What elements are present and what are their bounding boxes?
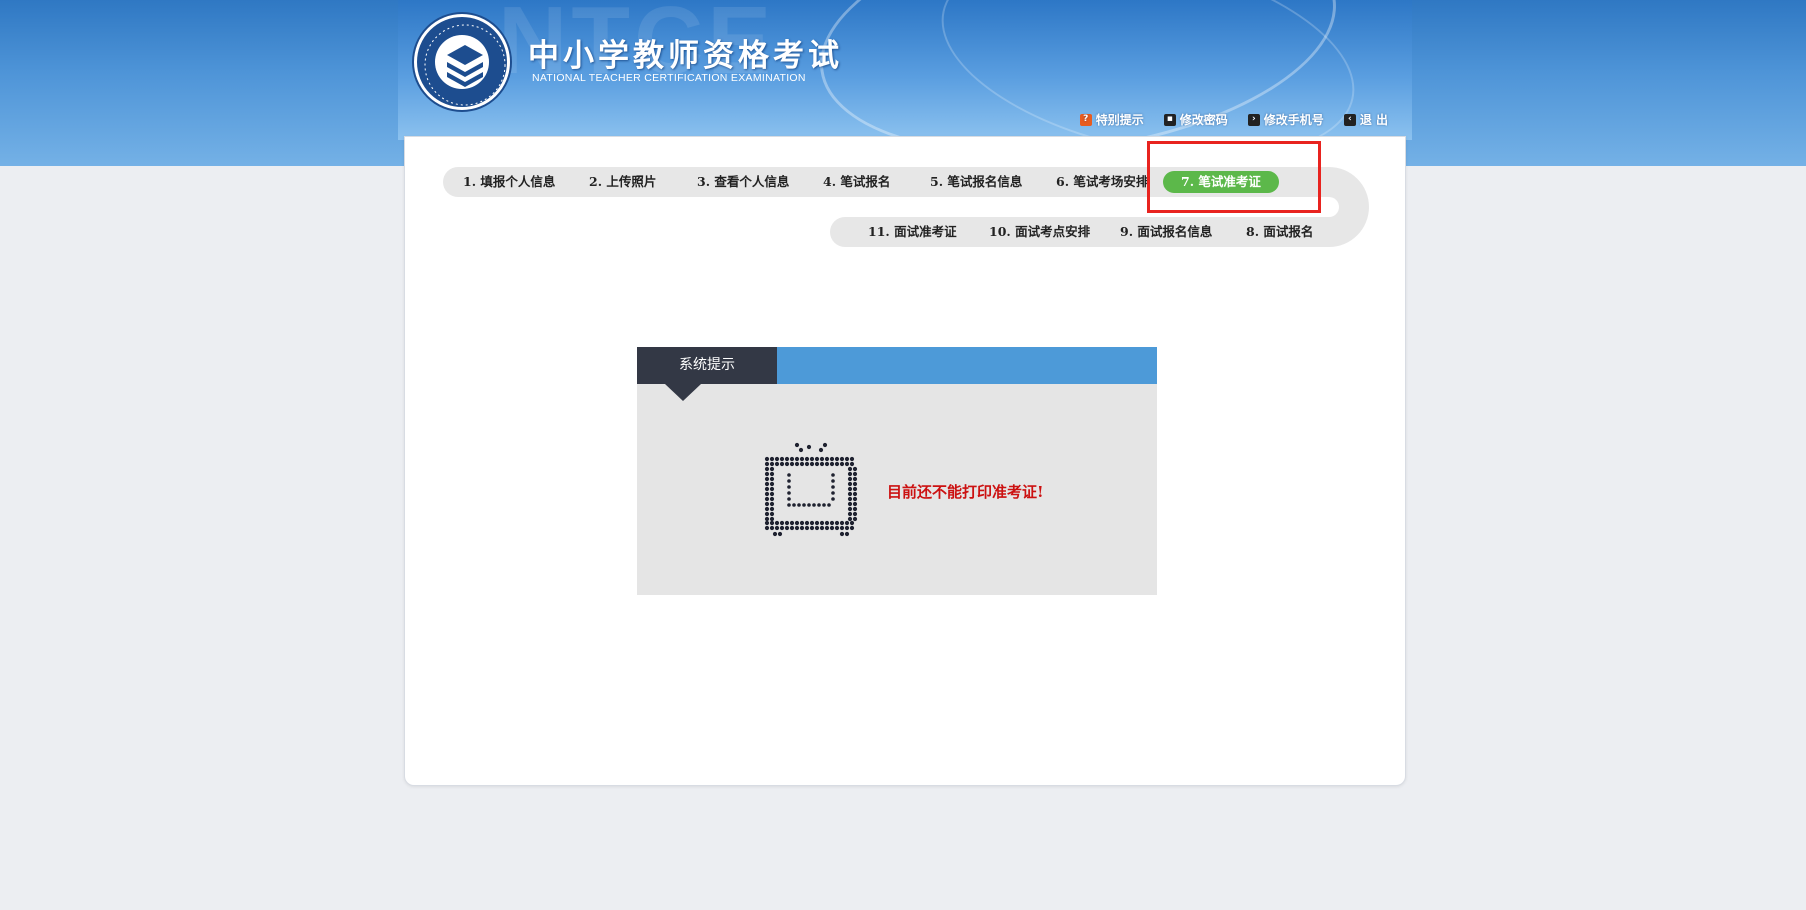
change-password-label: 修改密码 — [1179, 113, 1228, 127]
notice-tab-title: 系统提示 — [637, 347, 777, 384]
step-8-interview-registration[interactable]: 8. 面试报名 — [1246, 221, 1313, 243]
logout-link[interactable]: ‹ 退 出 — [1343, 111, 1388, 128]
step-1-personal-info[interactable]: 1. 填报个人信息 — [463, 171, 555, 193]
system-notice-box: 系统提示 目前还不能打印准考证! — [637, 347, 1157, 595]
book-icon — [424, 24, 506, 106]
logout-label: 退 出 — [1359, 113, 1388, 127]
change-phone-link[interactable]: › 修改手机号 — [1247, 111, 1324, 128]
warning-icon: ? — [1079, 113, 1092, 126]
main-panel: 1. 填报个人信息 2. 上传照片 3. 查看个人信息 4. 笔试报名 5. 笔… — [404, 136, 1406, 786]
phone-icon: › — [1247, 113, 1260, 126]
step-4-written-registration[interactable]: 4. 笔试报名 — [823, 171, 890, 193]
step-10-interview-site[interactable]: 10. 面试考点安排 — [989, 221, 1090, 243]
site-subtitle: NATIONAL TEACHER CERTIFICATION EXAMINATI… — [532, 72, 806, 84]
top-links: ? 特别提示 ▪ 修改密码 › 修改手机号 ‹ 退 出 — [1079, 111, 1388, 128]
site-header: NTCE 中小学教师资格考试 NATIONAL TEACHER CERTIFIC… — [398, 0, 1412, 140]
change-password-link[interactable]: ▪ 修改密码 — [1163, 111, 1228, 128]
step-2-upload-photo[interactable]: 2. 上传照片 — [589, 171, 656, 193]
step-7-written-admission-ticket[interactable]: 7. 笔试准考证 — [1163, 171, 1279, 193]
exit-icon: ‹ — [1343, 113, 1356, 126]
site-title: 中小学教师资格考试 — [528, 38, 843, 74]
tv-icon — [764, 442, 858, 537]
step-3-view-info[interactable]: 3. 查看个人信息 — [697, 171, 789, 193]
change-phone-label: 修改手机号 — [1263, 113, 1324, 127]
step-6-written-exam-room[interactable]: 6. 笔试考场安排 — [1056, 171, 1148, 193]
step-11-interview-admission-ticket[interactable]: 11. 面试准考证 — [868, 221, 957, 243]
ntce-logo — [414, 14, 510, 110]
special-notice-label: 特别提示 — [1095, 113, 1144, 127]
step-9-interview-registration-info[interactable]: 9. 面试报名信息 — [1120, 221, 1212, 243]
step-5-written-registration-info[interactable]: 5. 笔试报名信息 — [930, 171, 1022, 193]
password-icon: ▪ — [1163, 113, 1176, 126]
notice-tab-pointer — [665, 384, 701, 401]
notice-message: 目前还不能打印准考证! — [887, 483, 1044, 501]
special-notice-link[interactable]: ? 特别提示 — [1079, 111, 1144, 128]
